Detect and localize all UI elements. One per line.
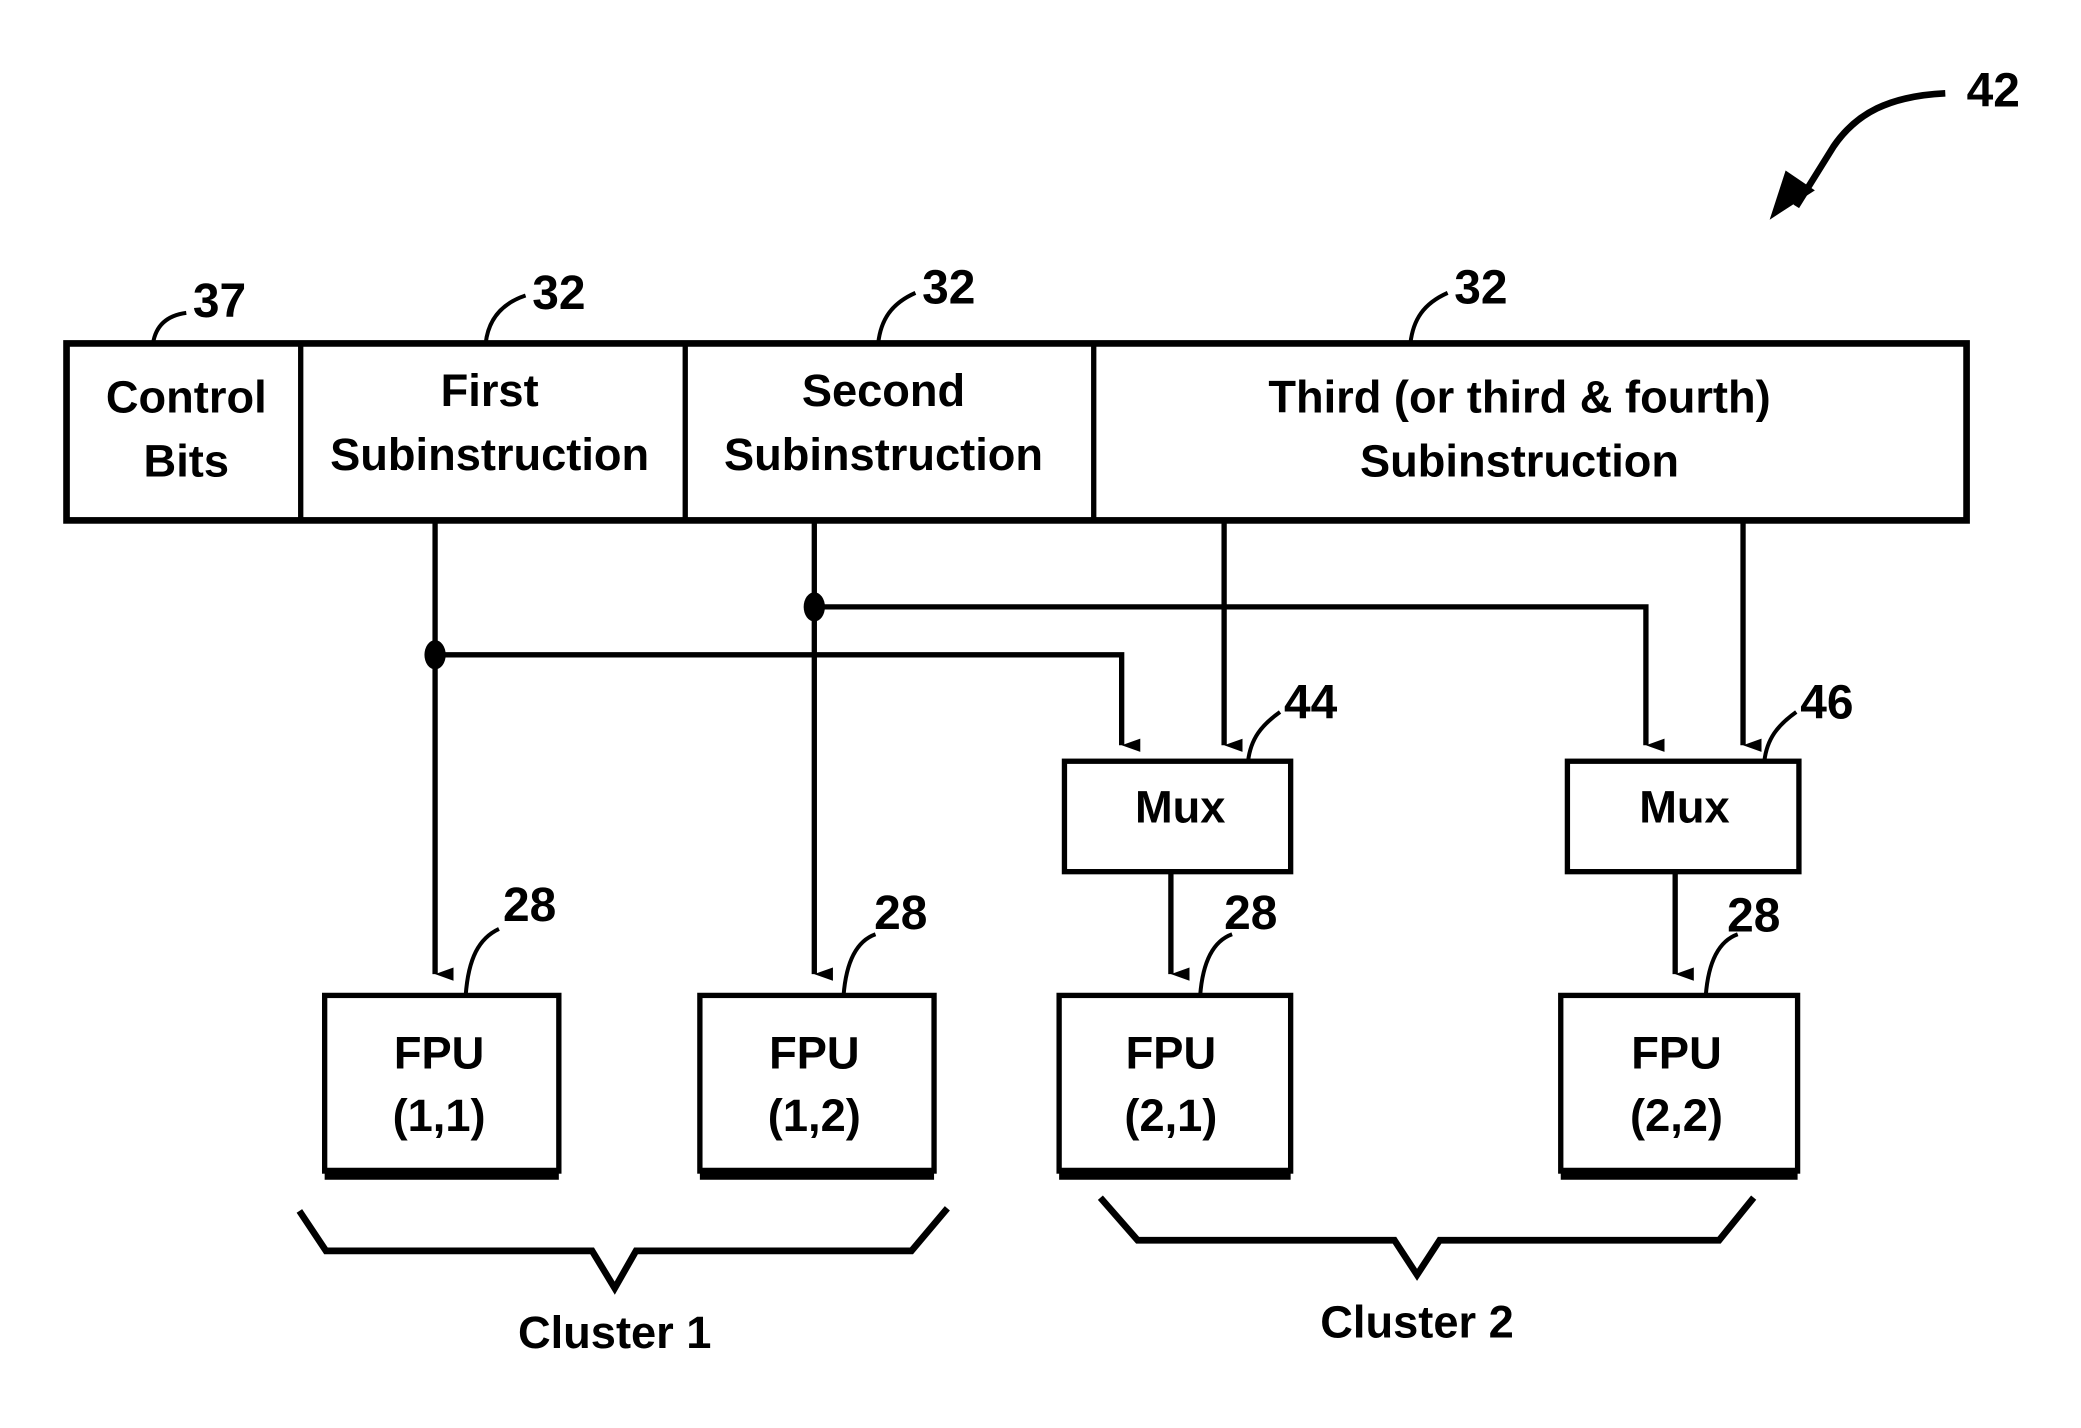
fpu-2-1: FPU (2,1) 28: [1056, 887, 1294, 1180]
fpu-box: [697, 992, 937, 1174]
figure-ref-label: 42: [1967, 65, 2020, 118]
field-label-line: Third (or third & fourth): [1268, 372, 1770, 423]
ref-numeral: 28: [1224, 887, 1277, 940]
fpu-label-line: (2,1): [1124, 1090, 1217, 1141]
field-label-line: Second: [802, 365, 965, 416]
cluster-brace: [1097, 1195, 1757, 1281]
ref-numeral: 32: [1454, 262, 1507, 315]
field-label-line: First: [441, 365, 539, 416]
fpu-label-line: (1,2): [768, 1090, 861, 1141]
fpu-2-2: FPU (2,2) 28: [1558, 890, 1801, 1180]
mux-label: Mux: [1639, 781, 1729, 832]
fpu-box: [1056, 992, 1294, 1174]
figure-reference-arrow: 42: [1769, 65, 2020, 220]
field-label-line: Subinstruction: [1360, 435, 1679, 486]
ref-numeral: 28: [503, 879, 556, 932]
arrowhead-icon: [1769, 170, 1815, 220]
mux-label: Mux: [1135, 781, 1225, 832]
fpu-label-line: (1,1): [393, 1090, 486, 1141]
ref-numeral: 46: [1800, 677, 1853, 730]
fpu-box: [321, 992, 562, 1174]
fpu-label-line: FPU: [1631, 1028, 1721, 1079]
signal-first-to-mux44: [435, 652, 1141, 752]
field-label-line: Control: [106, 372, 267, 423]
field-label-line: Bits: [144, 435, 229, 486]
instruction-word: Control Bits 37 First Subinstruction 32 …: [63, 262, 1970, 524]
cluster-2: Cluster 2: [1097, 1195, 1757, 1347]
fpu-label-line: FPU: [769, 1028, 859, 1079]
junction-dot: [803, 592, 825, 622]
fpu-label-line: FPU: [394, 1028, 484, 1079]
ref-numeral: 37: [193, 275, 246, 328]
cluster-1: Cluster 1: [296, 1206, 950, 1358]
junction-dot: [424, 640, 446, 670]
cluster-label: Cluster 2: [1320, 1296, 1514, 1347]
mux-46: Mux 46: [1564, 677, 1854, 875]
fpu-label-line: (2,2): [1630, 1090, 1723, 1141]
field-label-line: Subinstruction: [330, 429, 649, 480]
ref-numeral: 28: [874, 887, 927, 940]
ref-numeral: 28: [1727, 890, 1780, 943]
fpu-label-line: FPU: [1126, 1028, 1216, 1079]
signal-second-to-mux46: [814, 604, 1665, 752]
ref-numeral: 32: [922, 262, 975, 315]
mux-44: Mux 44: [1061, 677, 1338, 875]
field-label-line: Subinstruction: [724, 429, 1043, 480]
cluster-label: Cluster 1: [518, 1307, 712, 1358]
signal-lines: [424, 520, 1762, 981]
fpu-1-1: FPU (1,1) 28: [321, 879, 562, 1180]
ref-numeral: 32: [532, 267, 585, 320]
fpu-box: [1558, 992, 1801, 1174]
cluster-brace: [296, 1206, 950, 1295]
ref-numeral: 44: [1284, 677, 1338, 730]
fpu-dispatch-diagram: 42 Control Bits 37 First Subinstruction …: [63, 65, 2020, 1358]
